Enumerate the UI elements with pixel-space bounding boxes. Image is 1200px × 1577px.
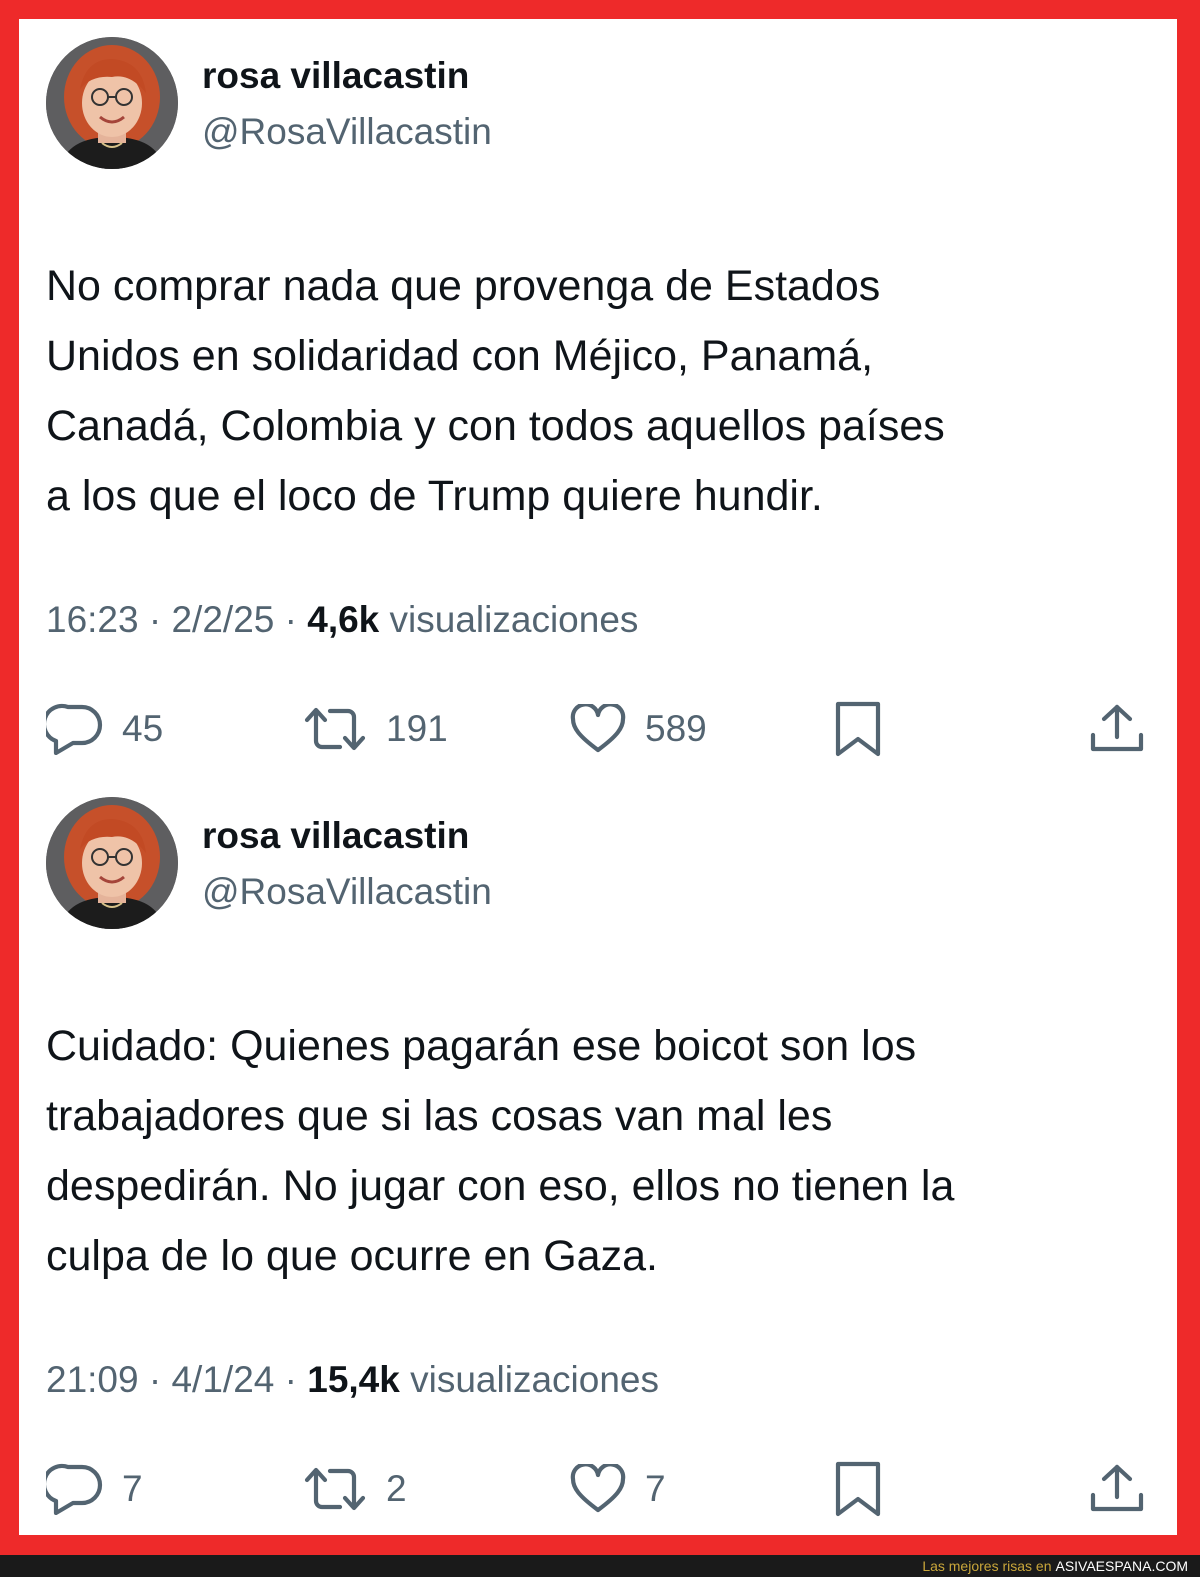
tweet-actions: 7 2 7 [19, 1454, 1177, 1524]
bookmark-button[interactable] [834, 1454, 882, 1524]
like-icon [570, 1464, 626, 1513]
footer-site-link[interactable]: ASIVAESPANA.COM [1055, 1555, 1188, 1577]
meta-separator: · [274, 599, 308, 640]
retweet-count: 191 [386, 708, 448, 749]
meta-separator: · [274, 1359, 308, 1400]
meta-separator: · [138, 1359, 172, 1400]
reply-button[interactable]: 7 [46, 1454, 143, 1524]
author-handle[interactable]: @RosaVillacastin [202, 111, 492, 153]
bookmark-icon [835, 701, 881, 757]
tweet-text: No comprar nada que provenga de Estados … [46, 262, 945, 520]
share-icon [1090, 704, 1144, 752]
retweet-button[interactable]: 191 [302, 694, 448, 764]
share-button[interactable] [1089, 1454, 1145, 1524]
avatar[interactable] [46, 797, 178, 929]
views-count: 4,6k [307, 599, 380, 640]
retweet-icon [304, 1467, 366, 1511]
reply-button[interactable]: 45 [46, 694, 163, 764]
retweet-icon [304, 707, 366, 751]
bookmark-button[interactable] [834, 694, 882, 764]
like-icon [570, 704, 626, 753]
like-count: 7 [645, 1468, 666, 1509]
share-icon [1090, 1464, 1144, 1512]
tweet-meta: 16:23 · 2/2/25 · 4,6k visualizaciones [46, 599, 638, 641]
tweet-date[interactable]: 4/1/24 [171, 1359, 274, 1400]
meta-separator: · [138, 599, 172, 640]
screenshot-canvas: rosa villacastin @RosaVillacastin No com… [19, 19, 1177, 1535]
tweet-actions: 45 191 589 [19, 694, 1177, 764]
tweet-text: Cuidado: Quienes pagarán ese boicot son … [46, 1022, 955, 1280]
tweet-time[interactable]: 16:23 [46, 599, 139, 640]
reply-icon [46, 703, 103, 755]
avatar[interactable] [46, 37, 178, 169]
bookmark-icon [835, 1461, 881, 1517]
reply-icon [46, 1463, 103, 1515]
retweet-button[interactable]: 2 [302, 1454, 407, 1524]
footer-prefix: Las mejores risas en [922, 1558, 1052, 1574]
views-label: visualizaciones [410, 1359, 659, 1400]
reply-count: 45 [122, 708, 164, 749]
tweet-time[interactable]: 21:09 [46, 1359, 139, 1400]
like-button[interactable]: 589 [569, 694, 707, 764]
like-count: 589 [645, 708, 707, 749]
red-frame: rosa villacastin @RosaVillacastin No com… [0, 0, 1200, 1555]
views-label: visualizaciones [389, 599, 639, 640]
author-handle[interactable]: @RosaVillacastin [202, 871, 492, 913]
author-name[interactable]: rosa villacastin [202, 55, 469, 97]
tweet-meta: 21:09 · 4/1/24 · 15,4k visualizaciones [46, 1359, 659, 1401]
views-count: 15,4k [307, 1359, 400, 1400]
retweet-count: 2 [386, 1468, 407, 1509]
share-button[interactable] [1089, 694, 1145, 764]
author-name[interactable]: rosa villacastin [202, 815, 469, 857]
like-button[interactable]: 7 [569, 1454, 666, 1524]
watermark-footer: Las mejores risas en ASIVAESPANA.COM [0, 1555, 1200, 1577]
tweet-date[interactable]: 2/2/25 [171, 599, 274, 640]
reply-count: 7 [122, 1468, 143, 1509]
